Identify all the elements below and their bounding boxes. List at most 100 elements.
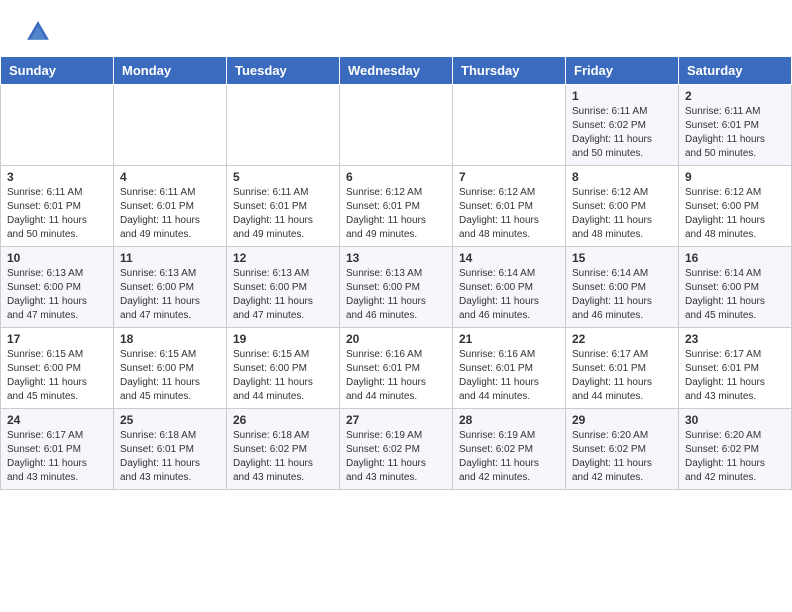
calendar-day-header: Sunday (1, 57, 114, 85)
calendar-week-row: 3 Sunrise: 6:11 AM Sunset: 6:01 PM Daylig… (1, 166, 792, 247)
day-number: 30 (685, 413, 785, 427)
calendar-day-cell: 28 Sunrise: 6:19 AM Sunset: 6:02 PM Dayli… (453, 409, 566, 490)
day-info: Sunrise: 6:11 AM Sunset: 6:01 PM Dayligh… (233, 186, 333, 242)
calendar-day-header: Tuesday (227, 57, 340, 85)
day-number: 17 (7, 332, 107, 346)
day-info: Sunrise: 6:15 AM Sunset: 6:00 PM Dayligh… (233, 348, 333, 404)
calendar-week-row: 17 Sunrise: 6:15 AM Sunset: 6:00 PM Dayli… (1, 328, 792, 409)
calendar-day-cell: 26Sunrise: 6:18 AM Sunset: 6:02 PM Dayli… (227, 409, 340, 490)
day-number: 13 (346, 251, 446, 265)
day-number: 18 (120, 332, 220, 346)
day-number: 27 (346, 413, 446, 427)
day-number: 2 (685, 89, 785, 103)
calendar-header: SundayMondayTuesdayWednesdayThursdayFrid… (1, 57, 792, 85)
day-number: 4 (120, 170, 220, 184)
calendar-day-cell: 1 Sunrise: 6:11 AM Sunset: 6:02 PM Daylig… (566, 85, 679, 166)
day-number: 21 (459, 332, 559, 346)
day-info: Sunrise: 6:16 AM Sunset: 6:01 PM Dayligh… (346, 348, 446, 404)
day-info: Sunrise: 6:11 AM Sunset: 6:01 PM Dayligh… (685, 105, 785, 161)
day-info: Sunrise: 6:15 AM Sunset: 6:00 PM Dayligh… (7, 348, 107, 404)
day-info: Sunrise: 6:11 AM Sunset: 6:01 PM Dayligh… (7, 186, 107, 242)
day-info: Sunrise: 6:12 AM Sunset: 6:01 PM Dayligh… (459, 186, 559, 242)
calendar-day-cell: 29 Sunrise: 6:20 AM Sunset: 6:02 PM Dayli… (566, 409, 679, 490)
day-number: 9 (685, 170, 785, 184)
day-number: 16 (685, 251, 785, 265)
page-header (0, 0, 792, 56)
day-info: Sunrise: 6:17 AM Sunset: 6:01 PM Dayligh… (572, 348, 672, 404)
calendar-day-cell: 13 Sunrise: 6:13 AM Sunset: 6:00 PM Dayli… (340, 247, 453, 328)
day-number: 25 (120, 413, 220, 427)
day-info: Sunrise: 6:17 AM Sunset: 6:01 PM Dayligh… (685, 348, 785, 404)
calendar-header-row: SundayMondayTuesdayWednesdayThursdayFrid… (1, 57, 792, 85)
logo-icon (24, 18, 52, 46)
calendar-day-cell: 30Sunrise: 6:20 AM Sunset: 6:02 PM Dayli… (679, 409, 792, 490)
day-number: 28 (459, 413, 559, 427)
calendar-day-cell: 2 Sunrise: 6:11 AM Sunset: 6:01 PM Daylig… (679, 85, 792, 166)
day-info: Sunrise: 6:11 AM Sunset: 6:02 PM Dayligh… (572, 105, 672, 161)
calendar-table: SundayMondayTuesdayWednesdayThursdayFrid… (0, 56, 792, 490)
day-info: Sunrise: 6:13 AM Sunset: 6:00 PM Dayligh… (120, 267, 220, 323)
calendar-day-cell: 11 Sunrise: 6:13 AM Sunset: 6:00 PM Dayli… (114, 247, 227, 328)
calendar-day-cell: 27 Sunrise: 6:19 AM Sunset: 6:02 PM Dayli… (340, 409, 453, 490)
calendar-day-cell (1, 85, 114, 166)
day-number: 15 (572, 251, 672, 265)
day-number: 1 (572, 89, 672, 103)
day-number: 23 (685, 332, 785, 346)
day-info: Sunrise: 6:13 AM Sunset: 6:00 PM Dayligh… (233, 267, 333, 323)
day-number: 10 (7, 251, 107, 265)
day-info: Sunrise: 6:12 AM Sunset: 6:01 PM Dayligh… (346, 186, 446, 242)
day-info: Sunrise: 6:14 AM Sunset: 6:00 PM Dayligh… (459, 267, 559, 323)
day-info: Sunrise: 6:12 AM Sunset: 6:00 PM Dayligh… (572, 186, 672, 242)
day-number: 8 (572, 170, 672, 184)
calendar-week-row: 24Sunrise: 6:17 AM Sunset: 6:01 PM Dayli… (1, 409, 792, 490)
day-number: 20 (346, 332, 446, 346)
calendar-day-cell: 15Sunrise: 6:14 AM Sunset: 6:00 PM Dayli… (566, 247, 679, 328)
calendar-day-header: Wednesday (340, 57, 453, 85)
day-number: 26 (233, 413, 333, 427)
calendar-day-cell: 18 Sunrise: 6:15 AM Sunset: 6:00 PM Dayli… (114, 328, 227, 409)
calendar-body: 1 Sunrise: 6:11 AM Sunset: 6:02 PM Daylig… (1, 85, 792, 490)
calendar-day-header: Saturday (679, 57, 792, 85)
calendar-day-cell (114, 85, 227, 166)
calendar-day-cell (453, 85, 566, 166)
calendar-day-cell: 16 Sunrise: 6:14 AM Sunset: 6:00 PM Dayli… (679, 247, 792, 328)
day-number: 29 (572, 413, 672, 427)
calendar-day-cell: 24Sunrise: 6:17 AM Sunset: 6:01 PM Dayli… (1, 409, 114, 490)
day-info: Sunrise: 6:19 AM Sunset: 6:02 PM Dayligh… (459, 429, 559, 485)
calendar-day-cell: 12 Sunrise: 6:13 AM Sunset: 6:00 PM Dayli… (227, 247, 340, 328)
day-info: Sunrise: 6:19 AM Sunset: 6:02 PM Dayligh… (346, 429, 446, 485)
calendar-day-cell (340, 85, 453, 166)
calendar-day-cell: 19 Sunrise: 6:15 AM Sunset: 6:00 PM Dayli… (227, 328, 340, 409)
day-number: 19 (233, 332, 333, 346)
calendar-day-cell: 23 Sunrise: 6:17 AM Sunset: 6:01 PM Dayli… (679, 328, 792, 409)
calendar-week-row: 10 Sunrise: 6:13 AM Sunset: 6:00 PM Dayli… (1, 247, 792, 328)
day-number: 6 (346, 170, 446, 184)
day-info: Sunrise: 6:11 AM Sunset: 6:01 PM Dayligh… (120, 186, 220, 242)
day-number: 11 (120, 251, 220, 265)
day-info: Sunrise: 6:18 AM Sunset: 6:01 PM Dayligh… (120, 429, 220, 485)
calendar-day-cell: 17 Sunrise: 6:15 AM Sunset: 6:00 PM Dayli… (1, 328, 114, 409)
calendar-day-cell: 7 Sunrise: 6:12 AM Sunset: 6:01 PM Daylig… (453, 166, 566, 247)
day-number: 7 (459, 170, 559, 184)
day-info: Sunrise: 6:20 AM Sunset: 6:02 PM Dayligh… (572, 429, 672, 485)
calendar-day-header: Friday (566, 57, 679, 85)
day-number: 12 (233, 251, 333, 265)
day-info: Sunrise: 6:15 AM Sunset: 6:00 PM Dayligh… (120, 348, 220, 404)
day-info: Sunrise: 6:14 AM Sunset: 6:00 PM Dayligh… (685, 267, 785, 323)
calendar-day-cell: 21 Sunrise: 6:16 AM Sunset: 6:01 PM Dayli… (453, 328, 566, 409)
day-number: 14 (459, 251, 559, 265)
calendar-day-cell: 4 Sunrise: 6:11 AM Sunset: 6:01 PM Daylig… (114, 166, 227, 247)
calendar-day-cell: 22 Sunrise: 6:17 AM Sunset: 6:01 PM Dayli… (566, 328, 679, 409)
day-info: Sunrise: 6:12 AM Sunset: 6:00 PM Dayligh… (685, 186, 785, 242)
calendar-day-cell (227, 85, 340, 166)
day-info: Sunrise: 6:13 AM Sunset: 6:00 PM Dayligh… (346, 267, 446, 323)
calendar-day-cell: 20 Sunrise: 6:16 AM Sunset: 6:01 PM Dayli… (340, 328, 453, 409)
day-info: Sunrise: 6:13 AM Sunset: 6:00 PM Dayligh… (7, 267, 107, 323)
day-number: 22 (572, 332, 672, 346)
calendar-day-cell: 6 Sunrise: 6:12 AM Sunset: 6:01 PM Daylig… (340, 166, 453, 247)
calendar-day-cell: 14 Sunrise: 6:14 AM Sunset: 6:00 PM Dayli… (453, 247, 566, 328)
day-info: Sunrise: 6:16 AM Sunset: 6:01 PM Dayligh… (459, 348, 559, 404)
day-number: 3 (7, 170, 107, 184)
day-info: Sunrise: 6:17 AM Sunset: 6:01 PM Dayligh… (7, 429, 107, 485)
logo (24, 18, 56, 46)
